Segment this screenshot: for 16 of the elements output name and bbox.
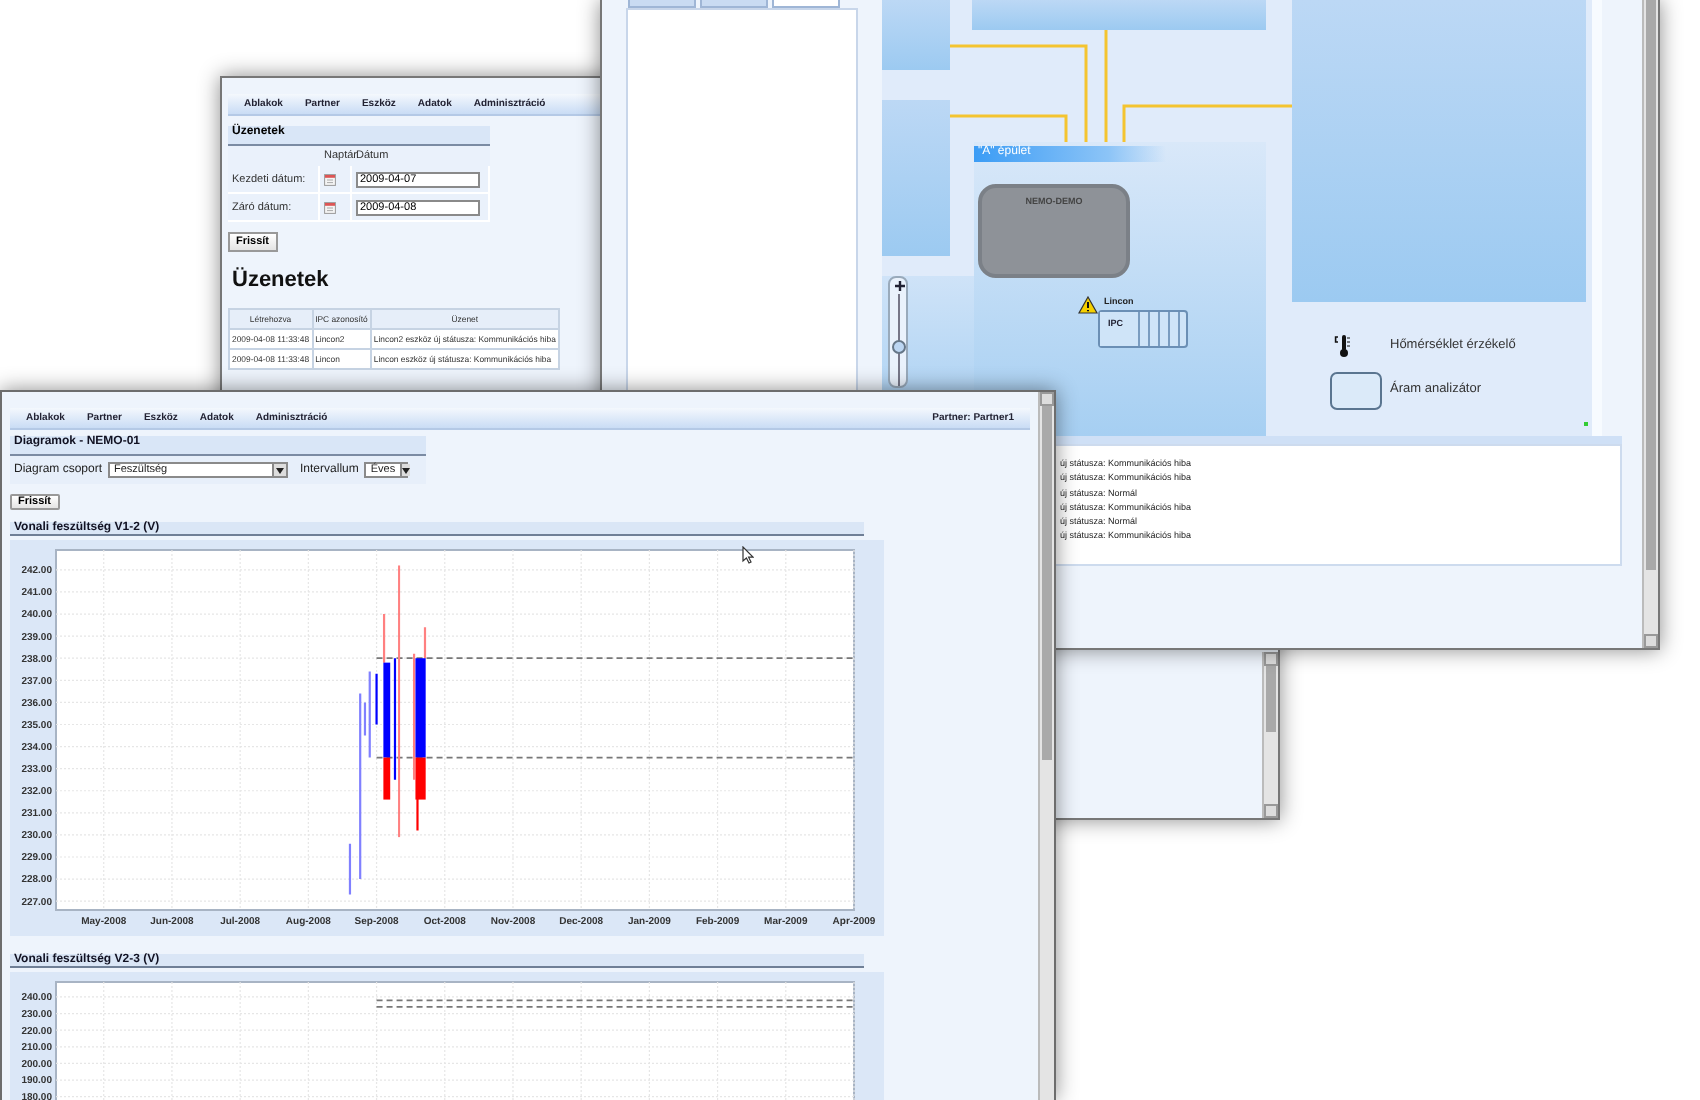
connector-line [1104, 30, 1108, 142]
slider-thumb[interactable] [892, 339, 906, 354]
scrollbar[interactable] [1642, 0, 1658, 648]
zoom-slider[interactable] [888, 276, 908, 388]
thermometer-icon [1334, 334, 1352, 358]
calendar-icon[interactable] [324, 173, 336, 185]
analyzer-icon [1330, 372, 1382, 410]
page-heading: Üzenetek [232, 268, 329, 292]
room-block [882, 0, 950, 70]
scrollbar[interactable] [1038, 392, 1054, 1100]
caret-icon [401, 467, 410, 473]
calendar-icon[interactable] [324, 201, 336, 213]
cursor-icon [742, 546, 754, 564]
scrollbar[interactable] [1262, 652, 1278, 818]
plus-icon [894, 280, 906, 292]
caret-icon [276, 467, 285, 473]
